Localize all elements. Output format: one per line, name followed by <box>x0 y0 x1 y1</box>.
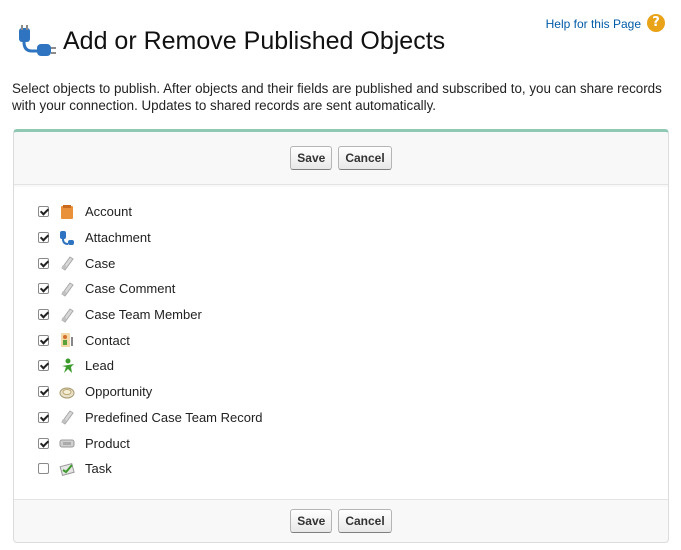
object-label: Opportunity <box>85 384 153 400</box>
attachment-plug-icon <box>60 230 74 245</box>
save-button-bottom[interactable]: Save <box>290 509 333 533</box>
object-label: Case Team Member <box>85 307 202 323</box>
question-circle-icon[interactable]: ? <box>647 14 665 32</box>
object-checkbox[interactable] <box>38 309 49 321</box>
object-label: Case Comment <box>85 281 176 297</box>
object-checkbox[interactable] <box>38 334 49 346</box>
predefined-case-team-icon <box>61 410 74 426</box>
top-button-row: Save Cancel <box>14 132 668 185</box>
cancel-button-top[interactable]: Cancel <box>338 146 392 170</box>
account-folder-icon <box>61 204 73 219</box>
help-link[interactable]: Help for this Page <box>546 17 641 31</box>
object-row: Case Team Member <box>14 302 668 328</box>
connection-plug-icon <box>19 25 56 56</box>
objects-list: Account Attachment Case Case Comment Case Te… <box>14 187 668 499</box>
object-label: Case <box>85 255 116 271</box>
objects-panel: Save Cancel Account Attachment Case Case Co… <box>13 129 669 543</box>
page-header: Add or Remove Published Objects Help for… <box>0 0 681 70</box>
save-button-top[interactable]: Save <box>290 146 333 170</box>
object-row: Attachment <box>14 225 668 251</box>
object-row: Contact <box>14 327 668 353</box>
object-row: Predefined Case Team Record <box>14 405 668 431</box>
object-label: Contact <box>85 332 130 348</box>
case-comment-icon <box>61 282 74 297</box>
object-checkbox[interactable] <box>38 386 49 398</box>
lead-person-icon <box>62 358 74 373</box>
object-checkbox[interactable] <box>38 206 49 218</box>
object-label: Attachment <box>85 230 151 246</box>
object-label: Lead <box>85 358 114 374</box>
object-checkbox[interactable] <box>38 360 49 372</box>
object-checkbox[interactable] <box>38 232 49 244</box>
product-box-icon <box>59 439 75 448</box>
case-team-member-icon <box>61 307 74 323</box>
page-title: Add or Remove Published Objects <box>63 27 446 55</box>
object-row: Task <box>14 456 668 482</box>
object-row: Product <box>14 430 668 456</box>
object-checkbox[interactable] <box>38 411 49 423</box>
object-checkbox[interactable] <box>38 257 49 269</box>
task-checklist-icon <box>59 462 75 476</box>
case-briefcase-icon <box>61 256 74 271</box>
object-label: Account <box>85 204 132 220</box>
object-row: Case <box>14 250 668 276</box>
contact-card-icon <box>61 333 73 348</box>
object-row: Account <box>14 199 668 225</box>
object-row: Opportunity <box>14 379 668 405</box>
object-label: Predefined Case Team Record <box>85 409 263 425</box>
cancel-button-bottom[interactable]: Cancel <box>338 509 392 533</box>
object-checkbox[interactable] <box>38 463 49 475</box>
object-checkbox[interactable] <box>38 283 49 295</box>
object-row: Lead <box>14 353 668 379</box>
object-checkbox[interactable] <box>38 437 49 449</box>
object-row: Case Comment <box>14 276 668 302</box>
object-label: Task <box>85 461 112 477</box>
opportunity-coin-icon <box>59 387 75 399</box>
bottom-button-row: Save Cancel <box>14 499 668 542</box>
page-description: Select objects to publish. After objects… <box>12 81 662 113</box>
object-label: Product <box>85 435 130 451</box>
